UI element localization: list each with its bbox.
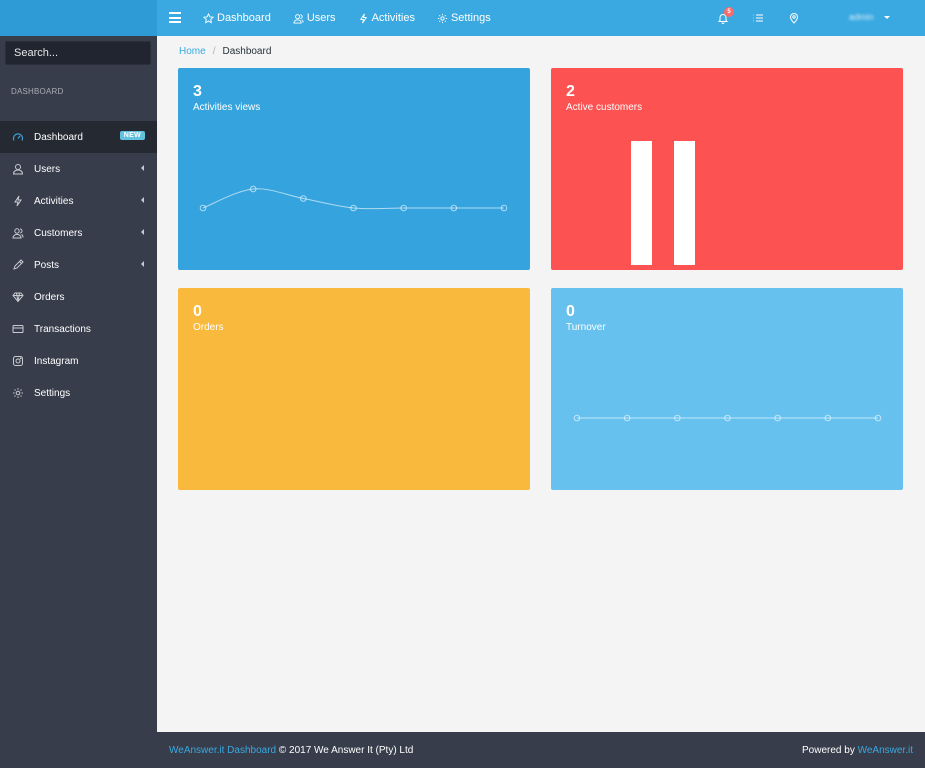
energy-icon [359,13,367,23]
brand-bar[interactable] [0,0,157,36]
bar [631,141,652,265]
gear-icon [437,13,448,23]
sidebar-nav: Dashboard NEW Users Activities Customers [0,121,157,409]
hamburger-menu-icon[interactable] [169,11,181,24]
topnav-users[interactable]: Users [293,12,336,24]
chevron-left-icon [141,165,144,171]
footer-powered-link[interactable]: WeAnswer.it [858,745,913,756]
notification-count-badge: 5 [724,7,734,17]
sidebar: DASHBOARD Dashboard NEW Users Activities [0,0,157,768]
footer-right: Powered by WeAnswer.it [802,745,913,756]
breadcrumb-separator: / [212,46,216,57]
sidebar-item-label: Posts [34,259,60,271]
chevron-left-icon [141,197,144,203]
footer-copyright: © 2017 We Answer It (Pty) Ltd [278,744,414,756]
bell-icon[interactable]: 5 [717,7,734,24]
card-active-customers[interactable]: 2 Active customers [551,68,903,270]
topnav-label: Activities [371,12,415,24]
series-line [202,188,504,210]
sidebar-item-settings[interactable]: Settings [0,377,157,409]
sidebar-item-label: Transactions [34,323,91,335]
footer: WeAnswer.it Dashboard © 2017 We Answer I… [157,732,925,768]
sidebar-item-transactions[interactable]: Transactions [0,313,157,345]
user-menu[interactable]: admin [849,12,890,22]
list-icon[interactable] [752,12,764,24]
footer-brand-link[interactable]: WeAnswer.it Dashboard [169,745,276,756]
people-icon [12,227,24,239]
topnav-label: Settings [450,12,491,24]
sidebar-item-activities[interactable]: Activities [0,185,157,217]
star-icon [203,12,214,24]
card-value: 0 [193,303,202,320]
sidebar-item-users[interactable]: Users [0,153,157,185]
footer-powered-by: Powered by [802,744,855,756]
sidebar-item-label: Instagram [34,355,79,367]
card-label: Orders [193,322,224,333]
caret-down-icon [883,15,890,19]
sidebar-section-title: DASHBOARD [11,87,64,96]
user-icon [12,163,24,175]
pencil-icon [12,259,24,271]
sidebar-item-label: Dashboard [34,131,83,143]
bar [674,141,695,265]
sidebar-item-label: Orders [34,291,65,303]
turnover-line-chart [573,414,882,422]
topnav-activities[interactable]: Activities [358,12,415,24]
top-nav: Dashboard Users Activities Settings [203,0,513,36]
credit-card-icon [12,323,24,335]
sidebar-item-label: Settings [34,387,71,399]
card-turnover[interactable]: 0 Turnover [551,288,903,490]
footer-left: WeAnswer.it Dashboard © 2017 We Answer I… [169,745,413,756]
speedometer-icon [12,131,24,143]
breadcrumb-current: Dashboard [222,46,272,57]
topnav-dashboard[interactable]: Dashboard [203,12,271,24]
sidebar-item-label: Activities [34,195,74,207]
breadcrumb-home[interactable]: Home [179,46,206,57]
location-pin-icon[interactable] [788,12,800,24]
chevron-left-icon [141,229,144,235]
gear-icon [12,387,24,399]
card-orders[interactable]: 0 Orders [178,288,530,490]
instagram-icon [12,355,24,367]
sidebar-item-orders[interactable]: Orders [0,281,157,313]
sidebar-item-posts[interactable]: Posts [0,249,157,281]
top-header: Dashboard Users Activities Settings 5 ad… [157,0,925,36]
user-name: admin [849,12,874,22]
breadcrumb: Home / Dashboard [179,46,271,57]
energy-icon [12,195,24,207]
card-activities-views[interactable]: 3 Activities views [178,68,530,270]
sidebar-item-label: Customers [34,227,83,239]
users-icon [293,13,304,24]
search-wrap [0,36,157,70]
new-badge: NEW [119,131,145,140]
activities-line-chart [199,185,508,212]
chevron-left-icon [141,261,144,267]
topnav-settings[interactable]: Settings [437,12,491,24]
customers-bar-chart [631,141,695,265]
topnav-label: Dashboard [217,12,271,24]
sidebar-item-label: Users [34,163,61,175]
topnav-label: Users [306,12,336,24]
sidebar-item-dashboard[interactable]: Dashboard NEW [0,121,157,153]
search-input[interactable] [5,41,151,65]
sidebar-item-customers[interactable]: Customers [0,217,157,249]
sidebar-item-instagram[interactable]: Instagram [0,345,157,377]
diamond-icon [12,291,24,303]
